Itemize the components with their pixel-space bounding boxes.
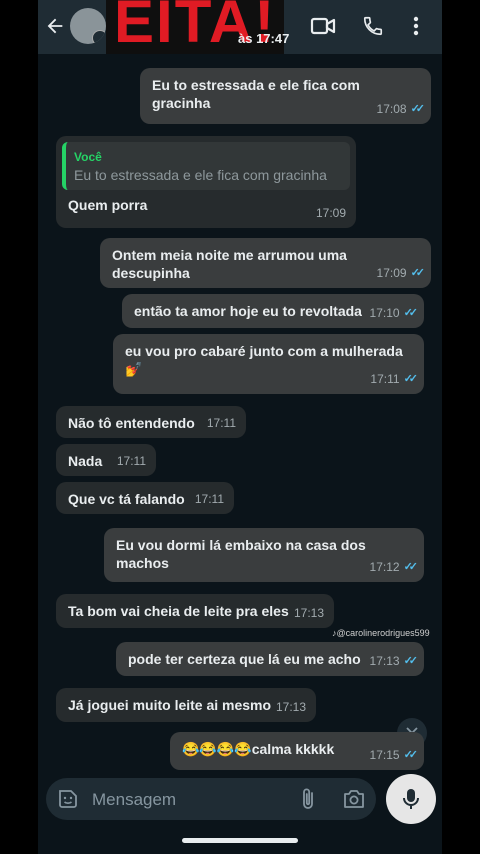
camera-icon[interactable] <box>342 788 366 815</box>
message-time: 17:11 <box>370 372 400 386</box>
message-text: Eu vou dormi lá embaixo na casa dos mach… <box>116 537 366 571</box>
message-composer <box>46 778 376 820</box>
message-time: 17:09 <box>315 206 346 220</box>
chat-screen: EITA! às 17:47 Eu to estressada e ele fi… <box>38 0 442 854</box>
message-text: eu vou pro cabaré junto com a mulherada💅 <box>125 343 403 377</box>
message-text: Já joguei muito leite ai mesmo <box>68 697 272 713</box>
message-outgoing[interactable]: Ontem meia noite me arrumou uma descupin… <box>100 238 431 288</box>
double-check-icon: ✓✓ <box>410 103 426 115</box>
message-outgoing[interactable]: eu vou pro cabaré junto com a mulherada💅… <box>113 334 424 394</box>
message-incoming[interactable]: Que vc tá falando 17:11 <box>56 482 234 514</box>
back-arrow-icon[interactable] <box>44 15 66 42</box>
message-meta: 17:11 <box>207 414 236 432</box>
message-meta: 17:10 ✓✓ <box>369 304 419 322</box>
attach-icon[interactable] <box>298 787 320 816</box>
phone-icon[interactable] <box>362 15 384 42</box>
message-meta: 17:11 <box>195 490 224 508</box>
message-time: 17:11 <box>206 416 236 430</box>
tiktok-watermark: ♪@carolinerodrigues599 <box>332 628 430 638</box>
message-outgoing[interactable]: 😂😂😂😂calma kkkkk 17:15 ✓✓ <box>170 732 424 770</box>
message-time: 17:10 <box>369 306 400 320</box>
message-text: Quem porra <box>68 197 148 213</box>
more-vert-icon[interactable] <box>412 16 420 41</box>
message-meta: 17:15 ✓✓ <box>369 746 419 764</box>
message-time: 17:11 <box>116 454 146 468</box>
message-time: 17:12 <box>369 560 400 574</box>
header-status-time: às 17:47 <box>238 31 290 46</box>
chat-header: EITA! às 17:47 <box>38 0 442 55</box>
message-text: Ta bom vai cheia de leite pra eles <box>68 603 289 619</box>
home-indicator[interactable] <box>182 838 298 843</box>
message-time: 17:13 <box>275 700 306 714</box>
message-time: 17:15 <box>369 748 400 762</box>
mic-icon <box>403 789 419 809</box>
contact-avatar[interactable] <box>70 8 106 44</box>
double-check-icon: ✓✓ <box>403 307 419 319</box>
quote-text: Eu to estressada e ele fica com gracinha <box>74 167 327 183</box>
message-incoming[interactable]: Não tô entendendo 17:11 <box>56 406 246 438</box>
message-outgoing[interactable]: Eu vou dormi lá embaixo na casa dos mach… <box>104 528 424 582</box>
message-time: 17:09 <box>376 266 407 280</box>
message-text: Ontem meia noite me arrumou uma descupin… <box>112 247 347 281</box>
message-meta: 17:12 ✓✓ <box>369 558 419 576</box>
message-meta: 17:13 <box>294 604 324 622</box>
message-time: 17:11 <box>194 492 224 506</box>
emoji-sticker-icon[interactable] <box>56 787 80 816</box>
message-time: 17:13 <box>293 606 324 620</box>
message-time: 17:08 <box>376 102 407 116</box>
timer-badge-icon <box>92 30 106 44</box>
double-check-icon: ✓✓ <box>410 267 426 279</box>
message-outgoing[interactable]: Eu to estressada e ele fica com gracinha… <box>140 68 431 124</box>
double-check-icon: ✓✓ <box>403 561 419 573</box>
message-meta: 17:13 <box>276 698 306 716</box>
message-time: 17:13 <box>369 654 400 668</box>
double-check-icon: ✓✓ <box>403 749 419 761</box>
double-check-icon: ✓✓ <box>403 373 419 385</box>
message-meta: 17:08 ✓✓ <box>376 100 426 118</box>
video-call-icon[interactable] <box>310 15 336 42</box>
message-incoming-reply[interactable]: Você Eu to estressada e ele fica com gra… <box>56 136 356 228</box>
message-meta: 17:09 <box>316 204 346 222</box>
message-input[interactable] <box>90 786 284 814</box>
quoted-message[interactable]: Você Eu to estressada e ele fica com gra… <box>62 142 350 190</box>
message-meta: 17:11 ✓✓ <box>370 370 419 388</box>
message-incoming[interactable]: Ta bom vai cheia de leite pra eles 17:13 <box>56 594 334 628</box>
double-check-icon: ✓✓ <box>403 655 419 667</box>
mic-button[interactable] <box>386 774 436 824</box>
watermark-text: @carolinerodrigues599 <box>336 628 430 638</box>
message-incoming[interactable]: Nada 17:11 <box>56 444 156 476</box>
message-outgoing[interactable]: pode ter certeza que lá eu me acho 17:13… <box>116 642 424 676</box>
message-outgoing[interactable]: então ta amor hoje eu to revoltada 17:10… <box>122 294 424 328</box>
message-meta: 17:13 ✓✓ <box>369 652 419 670</box>
message-meta: 17:09 ✓✓ <box>376 264 426 282</box>
quote-author: Você <box>74 150 102 164</box>
message-incoming[interactable]: Já joguei muito leite ai mesmo 17:13 <box>56 688 316 722</box>
message-meta: 17:11 <box>117 452 146 470</box>
